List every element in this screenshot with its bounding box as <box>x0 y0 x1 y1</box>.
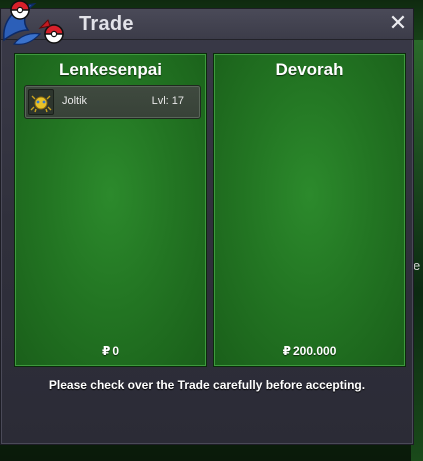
my-money-amount: 0 <box>112 344 120 358</box>
my-offer-panel[interactable]: Lenkesenpai Joltik Lvl: 17 ₽0 <box>14 53 207 367</box>
item-level: Lvl: 17 <box>151 95 184 107</box>
my-money: ₽0 <box>15 344 206 358</box>
trade-warning-text: Please check over the Trade carefully be… <box>48 378 366 392</box>
partner-offer-panel[interactable]: Devorah ₽200.000 <box>213 53 406 367</box>
pokeball-logo-icon <box>0 0 72 50</box>
partner-player-name: Devorah <box>275 60 344 79</box>
window-title: Trade <box>79 13 134 35</box>
trade-item-slot[interactable]: Joltik Lvl: 17 <box>24 85 201 119</box>
trade-window: Trade ✕ Lenkesenpai Joltik Lvl: 17 ₽0 De… <box>0 8 414 445</box>
my-player-name: Lenkesenpai <box>59 60 162 79</box>
partner-money: ₽200.000 <box>214 344 405 358</box>
partner-money-amount: 200.000 <box>292 344 337 358</box>
item-name: Joltik <box>62 95 88 107</box>
pokedollar-symbol: ₽ <box>101 344 111 358</box>
close-icon[interactable]: ✕ <box>387 11 409 35</box>
joltik-sprite-icon <box>28 89 54 115</box>
background-text-fragment: e <box>413 258 421 273</box>
pokedollar-symbol: ₽ <box>282 344 291 358</box>
